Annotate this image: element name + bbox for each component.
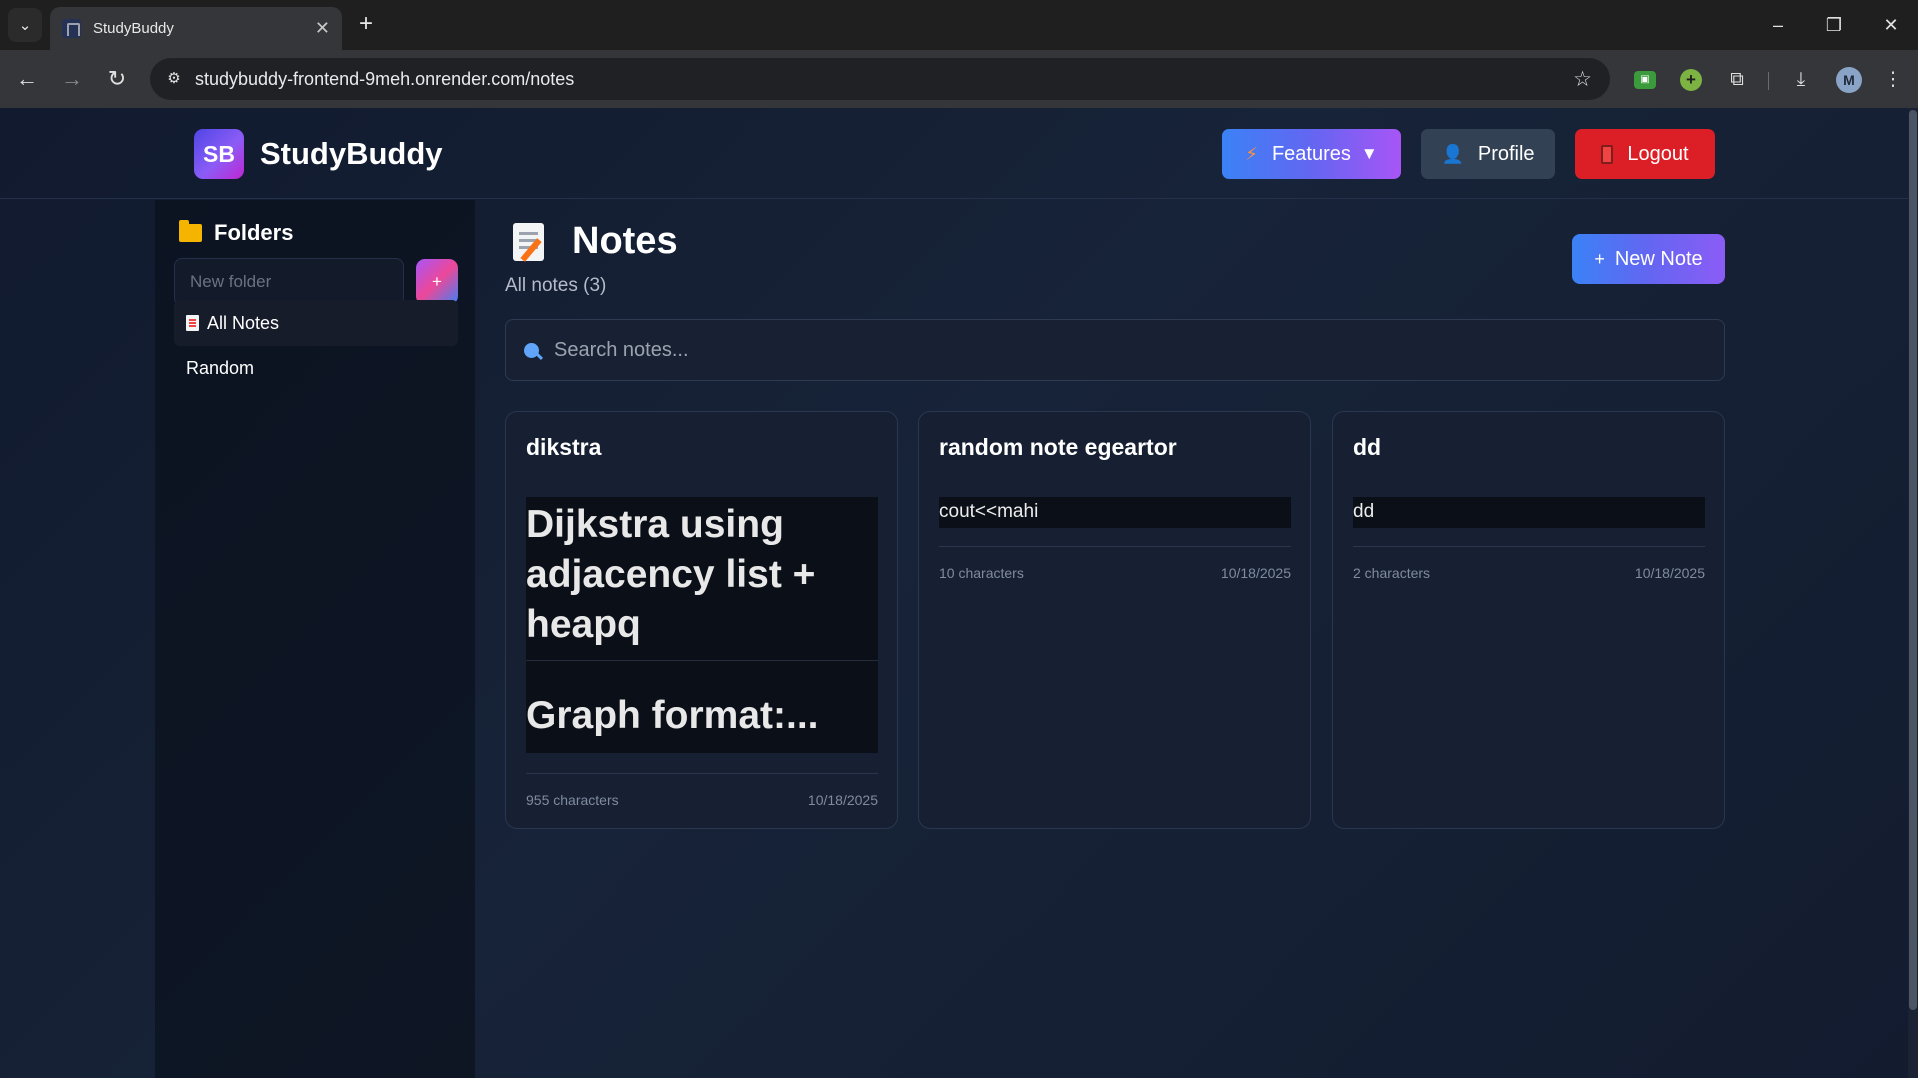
note-meta: 10 characters 10/18/2025 [939, 546, 1291, 581]
new-note-label: New Note [1614, 247, 1703, 270]
note-preview: Dijkstra using adjacency list + heapq Gr… [526, 497, 878, 753]
profile-label: Profile [1477, 142, 1535, 165]
page-scrollbar[interactable] [1908, 108, 1918, 1078]
menu-kebab-icon[interactable]: ⋮ [1880, 67, 1906, 93]
new-folder-input[interactable] [174, 258, 404, 306]
bookmark-star-icon[interactable]: ☆ [1573, 67, 1592, 92]
scrollbar-thumb[interactable] [1909, 110, 1917, 1010]
search-box[interactable] [505, 319, 1725, 381]
back-icon[interactable]: ← [13, 65, 41, 93]
note-title: random note egeartor [939, 434, 1177, 460]
app-header: SB StudyBuddy ⚡ Features ▼ 👤 Profile Log… [0, 108, 1908, 199]
close-window-icon[interactable]: ✕ [1876, 10, 1906, 40]
page-viewport: SB StudyBuddy ⚡ Features ▼ 👤 Profile Log… [0, 108, 1918, 1078]
url-text[interactable]: studybuddy-frontend-9meh.onrender.com/no… [195, 69, 1573, 90]
logout-button[interactable]: Logout [1575, 129, 1715, 179]
logo-badge[interactable]: SB [194, 129, 244, 179]
browser-toolbar: ← → ↻ ⚙ studybuddy-frontend-9meh.onrende… [0, 50, 1918, 108]
close-tab-icon[interactable]: ✕ [315, 18, 330, 39]
minimize-icon[interactable]: – [1763, 10, 1793, 40]
search-icon [524, 342, 539, 358]
notes-count: All notes (3) [505, 275, 607, 296]
logo-text[interactable]: StudyBuddy [260, 136, 443, 172]
lightning-icon: ⚡ [1245, 143, 1258, 164]
site-info-icon[interactable]: ⚙ [159, 64, 189, 94]
note-preview: dd [1353, 497, 1705, 528]
plus-icon: + [1594, 248, 1605, 269]
search-input[interactable] [554, 338, 1704, 362]
browser-tab-bar: ⌄ StudyBuddy ✕ + – ❐ ✕ [0, 0, 1918, 50]
new-tab-icon[interactable]: + [353, 11, 379, 37]
note-date: 10/18/2025 [807, 792, 878, 808]
logout-label: Logout [1627, 142, 1689, 165]
folders-title: Folders [214, 220, 294, 245]
restore-icon[interactable]: ❐ [1819, 10, 1849, 40]
note-icon [186, 315, 199, 331]
extensions-puzzle-icon[interactable]: ⧉ [1724, 67, 1750, 93]
folder-item-random[interactable]: Random [174, 345, 458, 391]
note-date: 10/18/2025 [1220, 565, 1291, 581]
folder-item-all-notes[interactable]: All Notes [174, 300, 458, 346]
note-char-count: 2 characters [1353, 565, 1431, 581]
note-char-count: 955 characters [526, 792, 619, 808]
features-button[interactable]: ⚡ Features ▼ [1222, 129, 1401, 179]
note-card[interactable]: random note egeartor cout<<mahi 10 chara… [918, 411, 1311, 829]
note-preview: cout<<mahi [939, 497, 1291, 528]
folders-heading: Folders [179, 220, 293, 246]
reload-icon[interactable]: ↻ [103, 65, 131, 93]
folder-icon [179, 220, 202, 242]
note-card[interactable]: dd dd 2 characters 10/18/2025 [1332, 411, 1725, 829]
forward-icon[interactable]: → [58, 65, 86, 93]
profile-button[interactable]: 👤 Profile [1421, 129, 1555, 179]
download-icon[interactable]: ⤓ [1788, 67, 1814, 93]
note-title: dd [1353, 434, 1382, 460]
note-date: 10/18/2025 [1634, 565, 1705, 581]
tab-title: StudyBuddy [93, 20, 174, 37]
note-char-count: 10 characters [939, 565, 1024, 581]
browser-tab[interactable]: StudyBuddy ✕ [50, 7, 342, 50]
add-folder-button[interactable]: + [416, 259, 458, 305]
extension-plus-icon[interactable]: + [1680, 69, 1702, 91]
favicon-icon [62, 19, 81, 38]
new-note-button[interactable]: + New Note [1572, 234, 1725, 284]
note-title: dikstra [526, 434, 602, 460]
toolbar-divider [1768, 72, 1769, 90]
folders-sidebar: Folders + All Notes Random [155, 200, 475, 1078]
page-title: Notes [572, 220, 678, 262]
note-meta: 955 characters 10/18/2025 [526, 773, 878, 808]
note-preview-subheading: Graph format:... [526, 694, 819, 737]
features-label: Features [1271, 142, 1351, 165]
note-meta: 2 characters 10/18/2025 [1353, 546, 1705, 581]
note-card[interactable]: dikstra Dijkstra using adjacency list + … [505, 411, 898, 829]
notes-memo-icon [513, 223, 544, 261]
tab-list-chevron-icon[interactable]: ⌄ [8, 8, 42, 42]
door-icon [1601, 144, 1614, 164]
note-preview-heading: Dijkstra using adjacency list + heapq [526, 497, 878, 661]
folder-label: All Notes [207, 312, 280, 333]
address-bar[interactable]: ⚙ studybuddy-frontend-9meh.onrender.com/… [150, 58, 1610, 100]
folder-label: Random [186, 357, 255, 378]
user-icon: 👤 [1441, 143, 1464, 164]
extension-green-icon[interactable]: ▣ [1634, 71, 1656, 89]
profile-avatar[interactable]: M [1836, 67, 1862, 93]
dropdown-caret-icon: ▼ [1360, 144, 1378, 163]
